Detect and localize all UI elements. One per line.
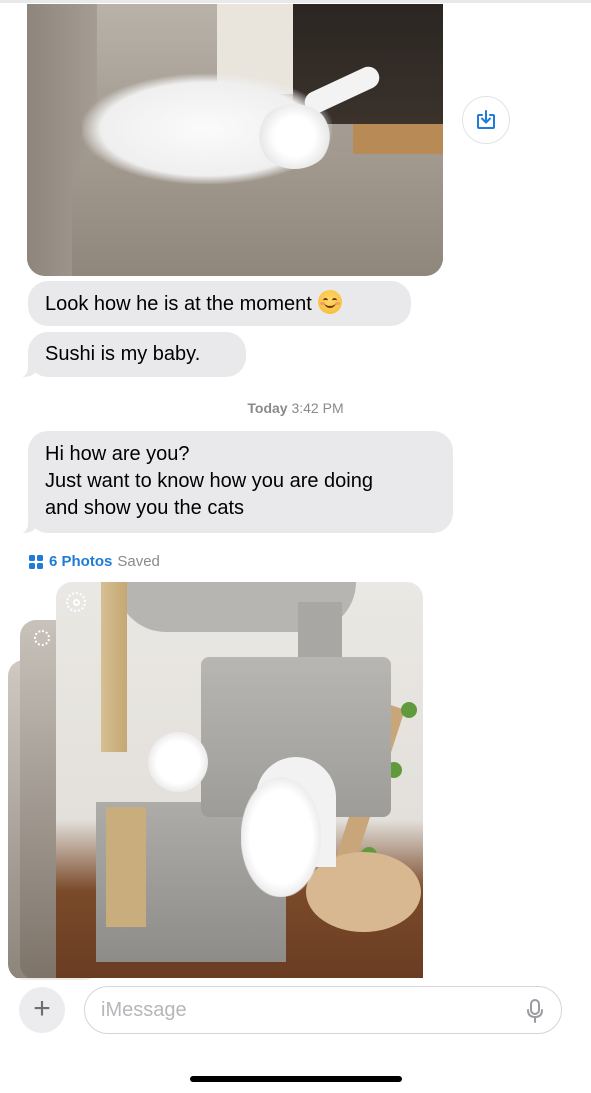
top-divider (0, 0, 591, 3)
message-text: Look how he is at the moment (45, 293, 312, 315)
live-photo-icon (34, 630, 50, 646)
scratch-post (101, 582, 127, 752)
message-bubble[interactable]: Sushi is my baby. (14, 332, 246, 378)
timestamp: Today 3:42 PM (0, 400, 591, 416)
photo-grid-icon (29, 554, 43, 569)
microphone-icon[interactable] (527, 999, 543, 1023)
home-indicator[interactable] (190, 1076, 402, 1082)
sleeping-cat (148, 732, 208, 792)
message-bubble[interactable]: Hi how are you? Just want to know how yo… (14, 431, 453, 534)
timestamp-time: 3:42 PM (291, 400, 344, 416)
message-line: Just want to know how you are doing (45, 470, 373, 492)
saved-status: Saved (117, 553, 160, 570)
save-photo-icon (477, 110, 495, 129)
cat-on-sofa-photo[interactable] (27, 4, 443, 276)
hanging-cat (241, 777, 321, 897)
live-photo-icon (66, 592, 86, 612)
save-photo-button[interactable] (462, 96, 510, 144)
leaf (401, 702, 417, 718)
timestamp-day: Today (247, 400, 288, 416)
scratch-pad (106, 807, 146, 927)
message-line: Hi how are you? (45, 443, 190, 465)
message-input[interactable] (101, 987, 501, 1033)
photos-saved-indicator[interactable]: 6 Photos Saved (29, 553, 160, 570)
message-bubble[interactable]: Look how he is at the moment (28, 281, 411, 326)
cat-tree-photo[interactable] (56, 582, 423, 978)
message-field[interactable] (84, 986, 562, 1034)
cat-head (257, 104, 332, 169)
smiling-face-icon (317, 290, 342, 314)
message-text: Sushi is my baby. (45, 343, 201, 365)
photos-count: 6 Photos (49, 553, 113, 570)
message-line: and show you the cats (45, 497, 245, 519)
add-attachment-button[interactable]: + (19, 987, 65, 1033)
